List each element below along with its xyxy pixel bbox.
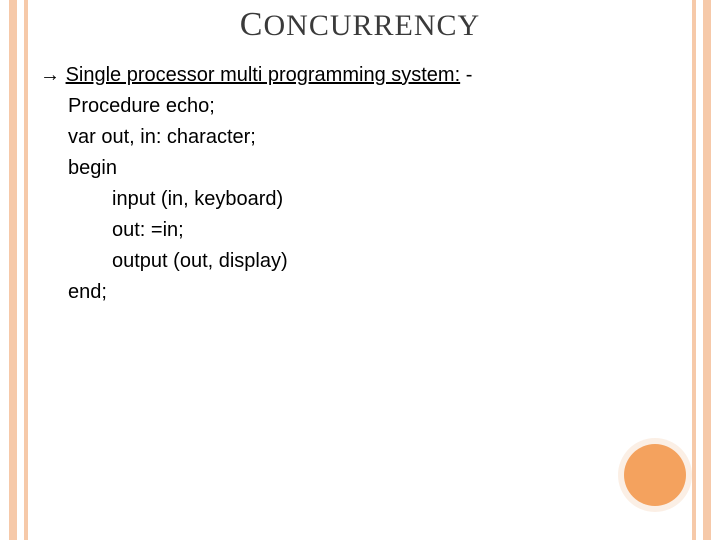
title-first-char: C: [240, 6, 264, 43]
code-line: begin: [40, 153, 680, 184]
right-inner-stripe: [692, 0, 696, 540]
title-rest: ONCURRENCY: [263, 9, 480, 42]
code-line: end;: [40, 277, 680, 308]
heading-suffix: -: [460, 64, 472, 86]
code-line: output (out, display): [40, 246, 680, 277]
slide-title: CONCURRENCY: [0, 6, 720, 44]
code-line: out: =in;: [40, 215, 680, 246]
code-line: input (in, keyboard): [40, 184, 680, 215]
code-line: Procedure echo;: [40, 91, 680, 122]
decorative-circle: [624, 444, 686, 506]
heading-text: Single processor multi programming syste…: [66, 64, 461, 86]
left-inner-stripe: [24, 0, 28, 540]
left-stripe: [9, 0, 17, 540]
heading-line: → Single processor multi programming sys…: [40, 60, 680, 91]
slide-content: → Single processor multi programming sys…: [40, 60, 680, 308]
right-stripe: [703, 0, 711, 540]
code-line: var out, in: character;: [40, 122, 680, 153]
arrow-icon: →: [40, 64, 60, 86]
slide: CONCURRENCY → Single processor multi pro…: [0, 0, 720, 540]
